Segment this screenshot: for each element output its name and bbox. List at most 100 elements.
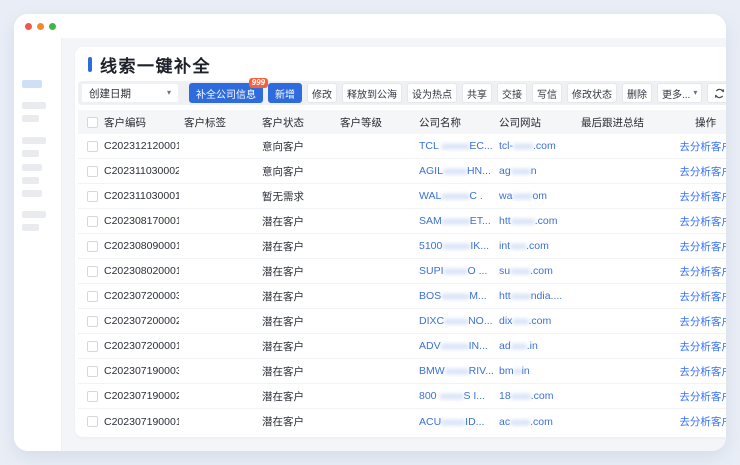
table-row: C202311030002 意向客户 AGILxxxxxxHN... agxxx… (78, 159, 726, 184)
sidebar-skeleton-item[interactable] (22, 137, 46, 144)
actions-cell: 去分析客户 (646, 314, 726, 329)
row-checkbox[interactable] (87, 291, 98, 302)
row-checkbox[interactable] (87, 316, 98, 327)
toolbar-button-share[interactable]: 共享 (462, 83, 492, 103)
complete-company-info-button[interactable]: 补全公司信息 999 (189, 83, 263, 103)
row-checkbox[interactable] (87, 391, 98, 402)
company-website-cell[interactable]: intxxxx.com (494, 240, 576, 252)
row-checkbox[interactable] (87, 416, 98, 427)
sidebar-skeleton-item[interactable] (22, 177, 39, 184)
more-actions-button[interactable]: 更多... ▾ (657, 83, 702, 103)
sidebar-skeleton-item[interactable] (22, 190, 42, 197)
column-header-customer-code: 客户编码 (99, 115, 179, 130)
analyze-customer-link[interactable]: 去分析客户 (679, 141, 726, 153)
customer-code-cell: C202311030001 (99, 190, 179, 202)
customer-code-cell: C202307200003 (99, 290, 179, 302)
toolbar-button-modify[interactable]: 修改 (307, 83, 337, 103)
company-name-cell[interactable]: 5100xxxxxxxIK... (414, 240, 494, 252)
company-website-cell[interactable]: acxxxxx.com (494, 416, 576, 428)
redacted-text: xxxxx (513, 141, 533, 151)
actions-cell: 去分析客户 (646, 189, 726, 204)
toolbar-button-set-as-hotspot[interactable]: 设为热点 (407, 83, 457, 103)
analyze-customer-link[interactable]: 去分析客户 (679, 241, 726, 253)
company-name-cell[interactable]: 800 xxxxxxS I... (414, 390, 494, 402)
sidebar-skeleton-item[interactable] (22, 115, 39, 122)
row-checkbox[interactable] (87, 166, 98, 177)
row-checkbox[interactable] (87, 141, 98, 152)
row-checkbox-cell (78, 216, 99, 227)
company-name-cell[interactable]: TCL xxxxxxxEC... (414, 140, 494, 152)
redacted-text: xxxxxxx (441, 191, 469, 201)
row-checkbox[interactable] (87, 366, 98, 377)
redacted-text: xxxxxxx (442, 216, 470, 226)
company-website-cell[interactable]: httxxxxxx.com (494, 215, 576, 227)
company-website-cell[interactable]: adxxxx.in (494, 340, 576, 352)
zoom-window-icon[interactable] (49, 23, 56, 30)
toolbar-button-write-letter[interactable]: 写信 (532, 83, 562, 103)
table-row: C202307190001 潜在客户 ACUxxxxxxID... acxxxx… (78, 409, 726, 434)
analyze-customer-link[interactable]: 去分析客户 (679, 391, 726, 403)
redacted-text: xxxxx (510, 266, 530, 276)
row-checkbox[interactable] (87, 266, 98, 277)
analyze-customer-link[interactable]: 去分析客户 (679, 291, 726, 303)
company-website-cell[interactable]: dixxxxx.com (494, 315, 576, 327)
analyze-customer-link[interactable]: 去分析客户 (679, 216, 726, 228)
toolbar-button-delete[interactable]: 删除 (622, 83, 652, 103)
row-checkbox[interactable] (87, 341, 98, 352)
company-name-cell[interactable]: BMWxxxxxxRIV... (414, 365, 494, 377)
select-all-checkbox[interactable] (87, 117, 98, 128)
company-name-cell[interactable]: WALxxxxxxxC . (414, 190, 494, 202)
company-website-cell[interactable]: agxxxxxn (494, 165, 576, 177)
customer-status-cell: 潜在客户 (257, 414, 335, 429)
company-name-cell[interactable]: BOSxxxxxxxM... (414, 290, 494, 302)
company-name-cell[interactable]: SUPIxxxxxxO ... (414, 265, 494, 277)
chevron-down-icon: ▾ (693, 89, 697, 97)
column-header-company-name: 公司名称 (414, 115, 494, 130)
analyze-customer-link[interactable]: 去分析客户 (679, 416, 726, 428)
row-checkbox[interactable] (87, 241, 98, 252)
row-checkbox-cell (78, 191, 99, 202)
company-name-cell[interactable]: DIXCxxxxxxNO... (414, 315, 494, 327)
company-name-cell[interactable]: ACUxxxxxxID... (414, 416, 494, 428)
analyze-customer-link[interactable]: 去分析客户 (679, 266, 726, 278)
table-header: 客户编码客户标签客户状态客户等级公司名称公司网站最后跟进总结操作 (78, 110, 726, 134)
column-header-actions: 操作 (646, 115, 726, 130)
close-window-icon[interactable] (25, 23, 32, 30)
add-new-button[interactable]: 新增 (268, 83, 302, 103)
toolbar-button-handover[interactable]: 交接 (497, 83, 527, 103)
minimize-window-icon[interactable] (37, 23, 44, 30)
sidebar-skeleton-item[interactable] (22, 164, 42, 171)
row-checkbox[interactable] (87, 191, 98, 202)
company-name-cell[interactable]: ADVxxxxxxxIN... (414, 340, 494, 352)
sidebar-skeleton-item[interactable] (22, 150, 39, 157)
customer-code-cell: C202308170001 (99, 215, 179, 227)
company-website-cell[interactable]: tcl-xxxxx.com (494, 140, 576, 152)
sidebar-skeleton-item[interactable] (22, 211, 46, 218)
company-website-cell[interactable]: httxxxxxndia.... (494, 290, 576, 302)
sidebar-skeleton-item-active[interactable] (22, 80, 42, 88)
date-filter-select[interactable]: 创建日期 ▾ (81, 83, 179, 103)
count-badge: 999 (249, 78, 268, 88)
company-website-cell[interactable]: bmxxin (494, 365, 576, 377)
company-website-cell[interactable]: suxxxxx.com (494, 265, 576, 277)
company-website-cell[interactable]: waxxxxxom (494, 190, 576, 202)
sidebar-skeleton-item[interactable] (22, 224, 39, 231)
analyze-customer-link[interactable]: 去分析客户 (679, 366, 726, 378)
actions-cell: 去分析客户 (646, 389, 726, 404)
toolbar-button-release-to-public-pool[interactable]: 释放到公海 (342, 83, 402, 103)
analyze-customer-link[interactable]: 去分析客户 (679, 316, 726, 328)
company-name-cell[interactable]: SAMxxxxxxxET... (414, 215, 494, 227)
more-actions-label: 更多... (662, 86, 690, 101)
row-checkbox[interactable] (87, 216, 98, 227)
analyze-customer-link[interactable]: 去分析客户 (679, 191, 726, 203)
analyze-customer-link[interactable]: 去分析客户 (679, 341, 726, 353)
sync-button[interactable] (707, 83, 726, 103)
row-checkbox-cell (78, 391, 99, 402)
table-row: C202307190002 潜在客户 800 xxxxxxS I... 18xx… (78, 384, 726, 409)
company-name-cell[interactable]: AGILxxxxxxHN... (414, 165, 494, 177)
toolbar-button-modify-status[interactable]: 修改状态 (567, 83, 617, 103)
column-header-customer-status: 客户状态 (257, 115, 335, 130)
company-website-cell[interactable]: 18xxxxx.com (494, 390, 576, 402)
analyze-customer-link[interactable]: 去分析客户 (679, 166, 726, 178)
sidebar-skeleton-item[interactable] (22, 102, 46, 109)
